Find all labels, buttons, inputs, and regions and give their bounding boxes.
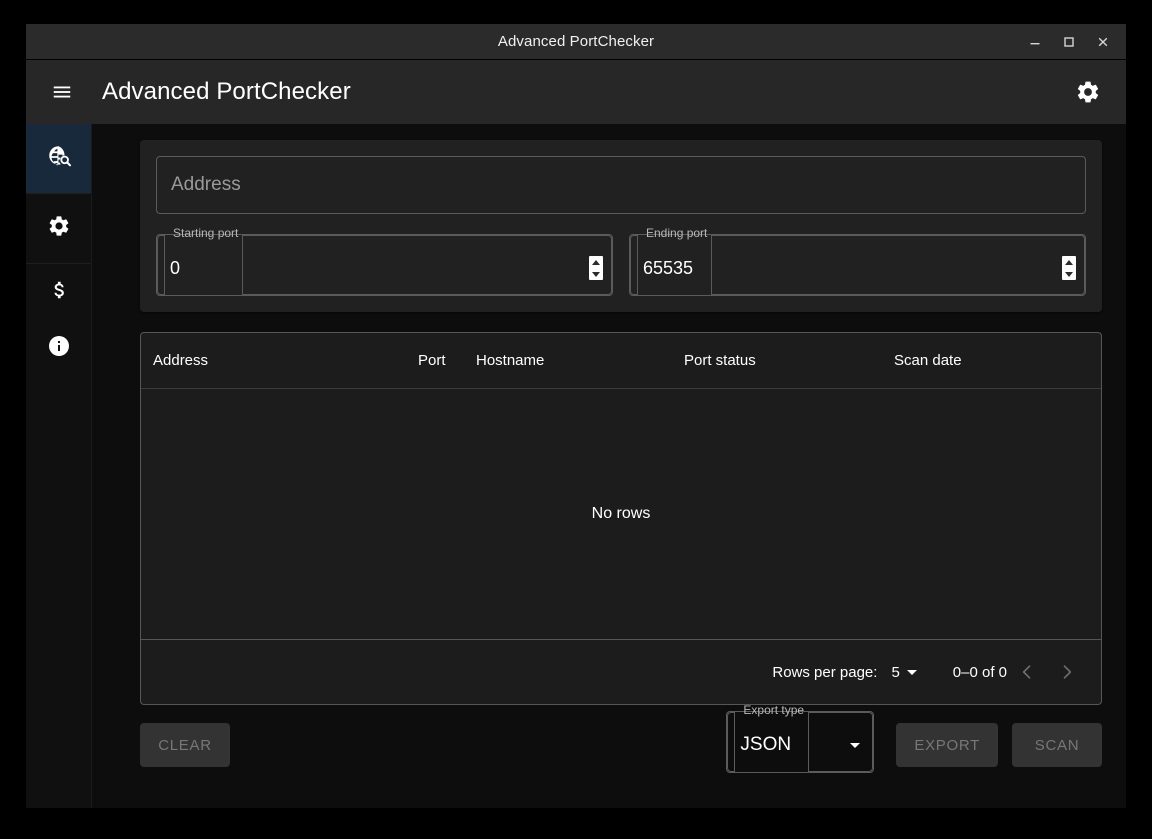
travel-explore-icon <box>46 143 72 174</box>
ending-port-field[interactable]: Ending port Ending port <box>629 227 1086 296</box>
app-window: Advanced PortChecker Advanced PortChecke… <box>26 24 1126 808</box>
app-bar: Advanced PortChecker <box>26 60 1126 124</box>
page-title: Advanced PortChecker <box>102 78 351 105</box>
sidebar-item-donate[interactable] <box>26 264 91 320</box>
address-input[interactable] <box>157 157 1085 213</box>
rows-per-page-value: 5 <box>891 663 900 681</box>
clear-button[interactable]: CLEAR <box>140 723 230 767</box>
body: Starting port Starting port Ending port <box>26 124 1126 808</box>
main-content: Starting port Starting port Ending port <box>92 124 1126 808</box>
chevron-down-icon <box>850 742 861 748</box>
export-type-select[interactable]: JSON <box>726 717 874 773</box>
address-field[interactable] <box>156 156 1086 214</box>
scan-form-card: Starting port Starting port Ending port <box>140 140 1102 312</box>
export-type-field[interactable]: Export type Export type JSON <box>726 704 875 773</box>
column-header-address[interactable]: Address <box>153 352 418 369</box>
table-pagination: Rows per page: 5 0–0 of 0 <box>141 640 1101 704</box>
action-bar: CLEAR Export type Export type JSON EXPOR… <box>140 704 1102 773</box>
column-header-port[interactable]: Port <box>418 352 476 369</box>
starting-port-input[interactable] <box>156 240 613 296</box>
no-rows-message: No rows <box>591 505 651 522</box>
export-type-value: JSON <box>740 734 792 755</box>
window-controls <box>1018 24 1126 59</box>
close-button[interactable] <box>1086 25 1120 59</box>
sidebar-item-settings[interactable] <box>26 194 91 264</box>
starting-port-label: Starting port <box>173 226 239 240</box>
starting-port-stepper[interactable] <box>589 256 603 280</box>
column-header-port-status[interactable]: Port status <box>684 352 894 369</box>
minimize-button[interactable] <box>1018 25 1052 59</box>
sidebar-item-about[interactable] <box>26 320 91 376</box>
ending-port-stepper[interactable] <box>1062 256 1076 280</box>
next-page-button[interactable] <box>1047 652 1087 692</box>
previous-page-button[interactable] <box>1007 652 1047 692</box>
scan-button[interactable]: SCAN <box>1012 723 1102 767</box>
dollar-icon <box>48 279 70 306</box>
pagination-range: 0–0 of 0 <box>952 663 1007 681</box>
table-body: No rows <box>141 389 1101 640</box>
ports-row: Starting port Starting port Ending port <box>156 227 1086 296</box>
export-type-label: Export type <box>743 703 805 717</box>
table-header-row: Address Port Hostname Port status Scan d… <box>141 333 1101 389</box>
window-title: Advanced PortChecker <box>497 33 655 50</box>
hamburger-menu-icon[interactable] <box>40 70 84 114</box>
info-icon <box>47 334 71 363</box>
rows-per-page-label: Rows per page: <box>772 663 878 681</box>
ending-port-label: Ending port <box>646 226 708 240</box>
results-table: Address Port Hostname Port status Scan d… <box>140 332 1102 705</box>
gear-icon[interactable] <box>1066 70 1110 114</box>
title-bar: Advanced PortChecker <box>26 24 1126 60</box>
starting-port-field[interactable]: Starting port Starting port <box>156 227 613 296</box>
gear-icon <box>47 214 71 243</box>
maximize-button[interactable] <box>1052 25 1086 59</box>
column-header-hostname[interactable]: Hostname <box>476 352 684 369</box>
rows-per-page-select[interactable]: 5 <box>891 663 917 681</box>
chevron-down-icon <box>906 669 917 675</box>
export-button[interactable]: EXPORT <box>896 723 998 767</box>
sidebar-item-port-scan[interactable] <box>26 124 91 194</box>
ending-port-input[interactable] <box>629 240 1086 296</box>
sidebar <box>26 124 92 808</box>
column-header-scan-date[interactable]: Scan date <box>894 352 1089 369</box>
